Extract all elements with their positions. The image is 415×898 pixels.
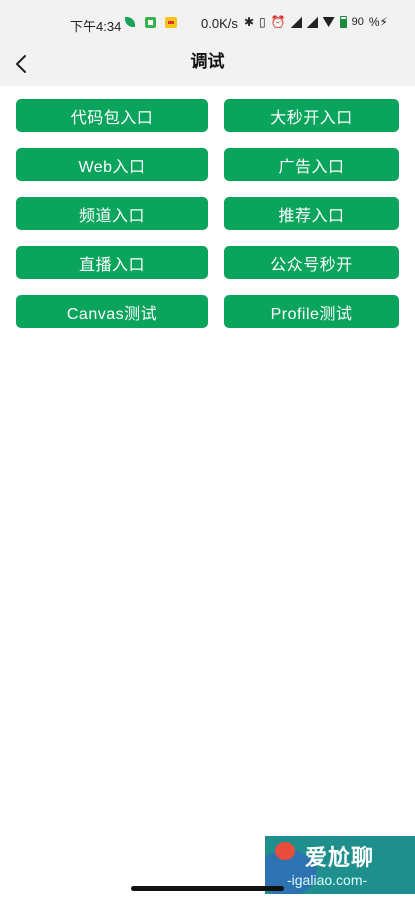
screen: 下午4:34 0.0K/s ✱ ▯ ⏰ 90 %⚡ 调试 代码包入口 大秒开入口… bbox=[0, 0, 415, 898]
recommend-entry-button[interactable]: 推荐入口 bbox=[224, 197, 399, 230]
site-watermark: 爱尬聊 -igaliao.com- bbox=[265, 836, 415, 894]
official-account-fast-open-button[interactable]: 公众号秒开 bbox=[224, 246, 399, 279]
status-time: 下午4:34 bbox=[70, 19, 122, 34]
bluetooth-icon: ✱ bbox=[244, 15, 255, 29]
live-entry-button[interactable]: 直播入口 bbox=[16, 246, 208, 279]
profile-test-button[interactable]: Profile测试 bbox=[224, 295, 399, 328]
wifi-icon bbox=[322, 17, 335, 27]
header-bar: 调试 bbox=[0, 42, 415, 86]
fast-open-entry-button[interactable]: 大秒开入口 bbox=[224, 99, 399, 132]
network-speed: 0.0K/s bbox=[201, 16, 238, 31]
app-notification-icon-2 bbox=[165, 17, 177, 28]
leaf-notification-icon bbox=[125, 17, 135, 27]
alarm-icon: ⏰ bbox=[270, 15, 286, 29]
battery-level: 90 bbox=[351, 16, 364, 28]
vibrate-icon: ▯ bbox=[259, 15, 266, 29]
entry-button-grid: 代码包入口 大秒开入口 Web入口 广告入口 频道入口 推荐入口 直播入口 公众… bbox=[16, 99, 399, 328]
home-indicator[interactable] bbox=[131, 886, 284, 891]
code-package-entry-button[interactable]: 代码包入口 bbox=[16, 99, 208, 132]
channel-entry-button[interactable]: 频道入口 bbox=[16, 197, 208, 230]
signal-icon-2 bbox=[306, 16, 318, 28]
page-title: 调试 bbox=[190, 52, 225, 71]
signal-icon bbox=[290, 16, 302, 28]
status-icons: ✱ ▯ ⏰ 90 %⚡ bbox=[244, 15, 388, 29]
battery-icon bbox=[339, 16, 347, 28]
web-entry-button[interactable]: Web入口 bbox=[16, 148, 208, 181]
app-notification-icon bbox=[145, 17, 156, 28]
status-bar: 下午4:34 0.0K/s ✱ ▯ ⏰ 90 %⚡ bbox=[0, 0, 415, 42]
canvas-test-button[interactable]: Canvas测试 bbox=[16, 295, 208, 328]
heart-icon bbox=[275, 842, 295, 860]
watermark-title: 爱尬聊 bbox=[305, 845, 375, 870]
ad-entry-button[interactable]: 广告入口 bbox=[224, 148, 399, 181]
charging-icon: %⚡ bbox=[368, 15, 388, 29]
watermark-url: -igaliao.com- bbox=[287, 872, 368, 888]
